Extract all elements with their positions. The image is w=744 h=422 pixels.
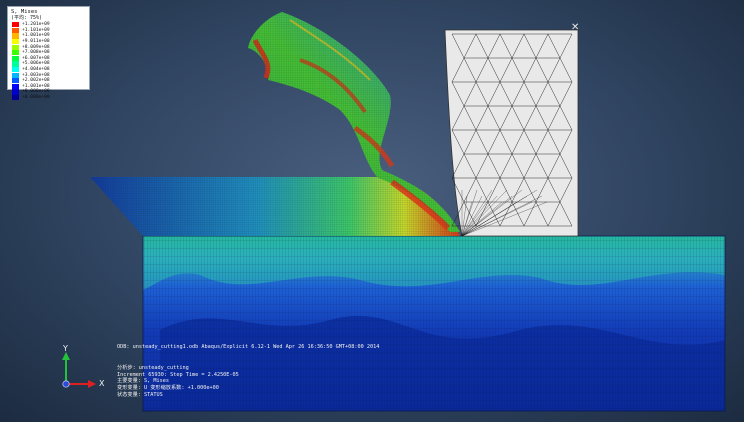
contour-legend[interactable]: S, Mises (平均: 75%) +1.201e+09 +1.101e+09 +…: [7, 6, 90, 101]
legend-entry: +1.201e+09: [12, 22, 50, 28]
legend-swatch: [12, 83, 19, 89]
legend-entry: +1.001e+09: [12, 33, 50, 39]
viewport-info-text: ODB: unsteady_cutting1.odb Abaqus/Explic…: [117, 344, 379, 399]
status-variable-line: 状态变量: STATUS: [117, 391, 163, 398]
legend-swatch: [12, 78, 19, 84]
legend-subtitle: (平均: 75%): [11, 15, 43, 21]
legend-swatch: [12, 61, 19, 67]
step-line: 分析步: unsteady_cutting: [117, 364, 189, 371]
legend-value: +0.000e+00: [22, 89, 50, 95]
legend-swatch: [12, 89, 19, 95]
legend-value: +9.011e+08: [22, 38, 50, 44]
odb-line: ODB: unsteady_cutting1.odb Abaqus/Explic…: [117, 344, 380, 350]
legend-swatch: [12, 44, 19, 50]
legend-entry: +5.006e+08: [12, 61, 50, 67]
legend-entry: +7.008e+08: [12, 50, 50, 56]
legend-swatch: [12, 66, 19, 73]
legend-swatch: [12, 94, 19, 101]
legend-entry: +0.000e+00: [12, 89, 50, 95]
legend-entry: +2.002e+08: [12, 78, 50, 84]
triad-x-label: X: [99, 379, 105, 388]
legend-rows: +1.201e+09 +1.101e+09 +1.001e+09 +9.011e+08…: [12, 22, 50, 101]
triad-y-label: Y: [63, 344, 68, 353]
legend-value: +8.009e+08: [22, 44, 50, 50]
legend-value: +7.008e+08: [22, 50, 50, 56]
legend-value: +1.001e+09: [22, 33, 50, 39]
legend-value: +4.004e+08: [22, 66, 50, 72]
legend-entry: +4.004e+08: [12, 67, 50, 73]
legend-value: +2.002e+08: [22, 78, 50, 84]
reference-point-marker: ✕: [571, 22, 580, 33]
cutting-tool[interactable]: [444, 29, 579, 237]
legend-entry: +0.000e+00: [12, 95, 50, 101]
legend-value: +3.003e+08: [22, 72, 50, 78]
legend-value: +0.000e+00: [22, 94, 50, 100]
deformed-variable-line: 变形变量: U 变形缩放系数: +1.000e+00: [117, 385, 219, 392]
legend-swatch: [12, 55, 19, 61]
legend-swatch: [12, 72, 19, 78]
legend-swatch: [12, 50, 19, 56]
legend-value: +5.006e+08: [22, 61, 50, 67]
coordinate-triad: Y X: [54, 344, 114, 392]
legend-swatch: [12, 33, 19, 39]
legend-value: +1.201e+09: [22, 22, 50, 28]
legend-swatch: [12, 38, 19, 45]
legend-swatch: [12, 27, 19, 33]
legend-swatch: [12, 22, 19, 28]
legend-entry: +9.011e+08: [12, 39, 50, 45]
